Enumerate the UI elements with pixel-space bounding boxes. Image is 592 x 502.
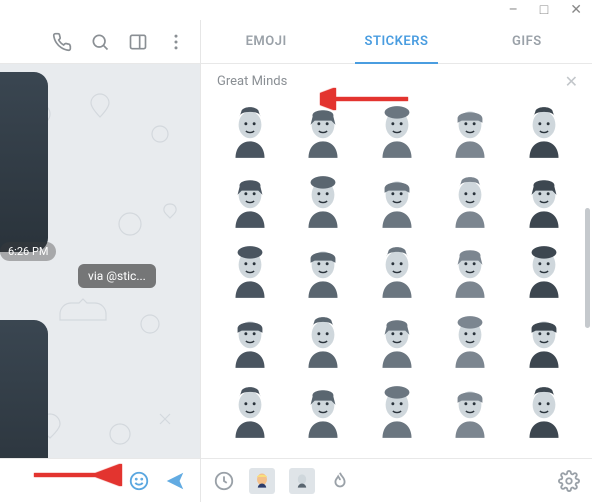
sticker-frida[interactable]	[290, 98, 356, 164]
sticker-gandhi[interactable]	[290, 238, 356, 304]
chat-messages: 6:26 PM via @stic... 6:28 PM	[0, 64, 200, 458]
compose-bar	[0, 458, 200, 502]
sticker-franklin[interactable]	[511, 238, 577, 304]
chat-pane: 6:26 PM via @stic... 6:28 PM	[0, 20, 201, 502]
sticker-cleopatra[interactable]	[364, 238, 430, 304]
timestamp-1: 6:26 PM	[0, 242, 56, 261]
picker-tabs: EMOJI STICKERS GIFS	[201, 20, 592, 64]
window-titlebar: – □ ✕	[0, 0, 592, 20]
pack-header: Great Minds ✕	[201, 64, 592, 98]
sticker-colonel[interactable]	[217, 238, 283, 304]
search-icon[interactable]	[90, 32, 110, 52]
sticker-cobain[interactable]	[217, 308, 283, 374]
recent-icon[interactable]	[213, 470, 235, 492]
sticker-poe[interactable]	[217, 378, 283, 444]
sidebar-toggle-icon[interactable]	[128, 32, 148, 52]
chat-header	[0, 20, 200, 64]
close-icon[interactable]: ✕	[565, 72, 578, 91]
sticker-chaplin[interactable]	[511, 308, 577, 374]
emoji-picker-button[interactable]	[128, 470, 150, 492]
sticker-armstrong[interactable]	[437, 308, 503, 374]
sticker-twain[interactable]	[437, 168, 503, 234]
sent-sticker-2[interactable]	[0, 320, 48, 458]
sticker-tesla[interactable]	[364, 378, 430, 444]
sticker-lennon[interactable]	[364, 308, 430, 374]
tab-emoji[interactable]: EMOJI	[201, 20, 331, 63]
trending-icon[interactable]	[329, 470, 351, 492]
maximize-button[interactable]: □	[536, 3, 552, 17]
sticker-che[interactable]	[437, 98, 503, 164]
pack-thumb-1[interactable]	[249, 468, 275, 494]
sticker-grid	[201, 98, 592, 448]
pack-tray	[201, 458, 592, 502]
send-button[interactable]	[164, 470, 186, 492]
more-icon[interactable]	[166, 32, 186, 52]
tab-gifs[interactable]: GIFS	[462, 20, 592, 63]
sticker-obama[interactable]	[290, 168, 356, 234]
sticker-monroe[interactable]	[217, 168, 283, 234]
sticker-freddie[interactable]	[364, 98, 430, 164]
sticker-dali[interactable]	[217, 98, 283, 164]
sticker-washington[interactable]	[511, 168, 577, 234]
sticker-chef[interactable]	[364, 168, 430, 234]
scrollbar-thumb[interactable]	[585, 208, 590, 328]
sticker-panel: EMOJI STICKERS GIFS Great Minds ✕	[201, 20, 592, 502]
tab-stickers[interactable]: STICKERS	[331, 20, 461, 63]
sent-sticker-1[interactable]	[0, 72, 48, 252]
call-icon[interactable]	[52, 32, 72, 52]
pack-title: Great Minds	[217, 74, 287, 89]
settings-icon[interactable]	[558, 470, 580, 492]
via-tooltip: via @stic...	[78, 264, 156, 288]
minimize-button[interactable]: –	[505, 3, 522, 17]
sticker-hendrix[interactable]	[437, 238, 503, 304]
pack-thumb-2[interactable]	[289, 468, 315, 494]
sticker-newton[interactable]	[437, 378, 503, 444]
sticker-mozart[interactable]	[290, 378, 356, 444]
sticker-jobs[interactable]	[511, 98, 577, 164]
sticker-einstein[interactable]	[511, 378, 577, 444]
sticker-lincoln[interactable]	[290, 308, 356, 374]
close-window-button[interactable]: ✕	[566, 3, 586, 17]
